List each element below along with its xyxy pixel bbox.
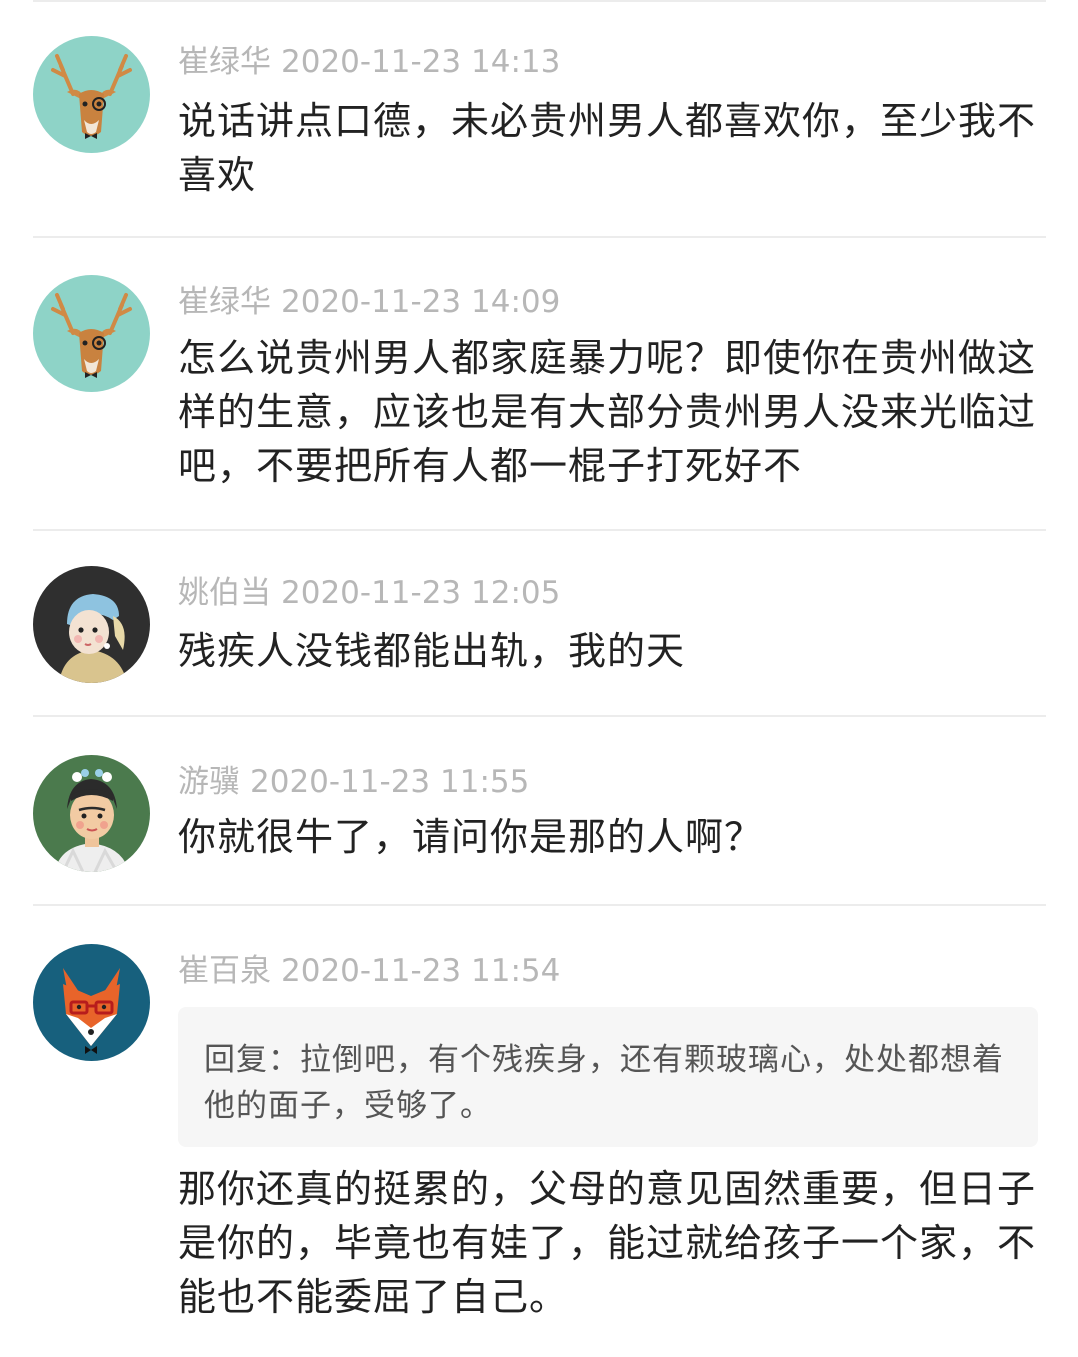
divider [33,715,1046,717]
comment-author[interactable]: 崔绿华 [178,44,271,80]
divider [33,236,1046,238]
comment-content: 说话讲点口德，未必贵州男人都喜欢你，至少我不喜欢 [178,99,1037,197]
avatar[interactable] [33,275,150,392]
fox-glasses-icon [33,944,150,1061]
avatar[interactable] [33,36,150,153]
avatar[interactable] [33,755,150,872]
deer-monocle-icon [33,275,150,392]
comment-author[interactable]: 崔绿华 [178,284,271,320]
comment-meta: 崔百泉 2020-11-23 11:54 [178,951,560,991]
comment-time: 2020-11-23 11:55 [250,764,530,800]
divider [33,904,1046,906]
comment-author[interactable]: 姚伯当 [178,575,271,611]
divider [33,0,1046,2]
comment-meta: 姚伯当 2020-11-23 12:05 [178,573,560,613]
comment-time: 2020-11-23 12:05 [281,575,561,611]
frida-portrait-icon [33,755,150,872]
comment-time: 2020-11-23 11:54 [281,953,561,989]
comment-meta: 崔绿华 2020-11-23 14:13 [178,42,560,82]
comment-author[interactable]: 崔百泉 [178,953,271,989]
comment-meta: 崔绿华 2020-11-23 14:09 [178,282,560,322]
deer-monocle-icon [33,36,150,153]
avatar[interactable] [33,944,150,1061]
comment-content: 你就很牛了，请问你是那的人啊？ [178,815,764,859]
comment-time: 2020-11-23 14:09 [281,284,561,320]
comment-content: 残疾人没钱都能出轨，我的天 [178,629,686,673]
comment-author[interactable]: 游骥 [178,764,240,800]
comment-meta: 游骥 2020-11-23 11:55 [178,762,529,802]
comment-time: 2020-11-23 14:13 [281,44,561,80]
comment-content: 那你还真的挺累的，父母的意见固然重要，但日子是你的，毕竟也有娃了，能过就给孩子一… [178,1167,1037,1319]
comment-content: 怎么说贵州男人都家庭暴力呢？即使你在贵州做这样的生意，应该也是有大部分贵州男人没… [178,336,1037,488]
girl-pearl-earring-icon [33,566,150,683]
divider [33,529,1046,531]
avatar[interactable] [33,566,150,683]
reply-quote: 回复：拉倒吧，有个残疾身，还有颗玻璃心，处处都想着他的面子，受够了。 [178,1007,1038,1147]
